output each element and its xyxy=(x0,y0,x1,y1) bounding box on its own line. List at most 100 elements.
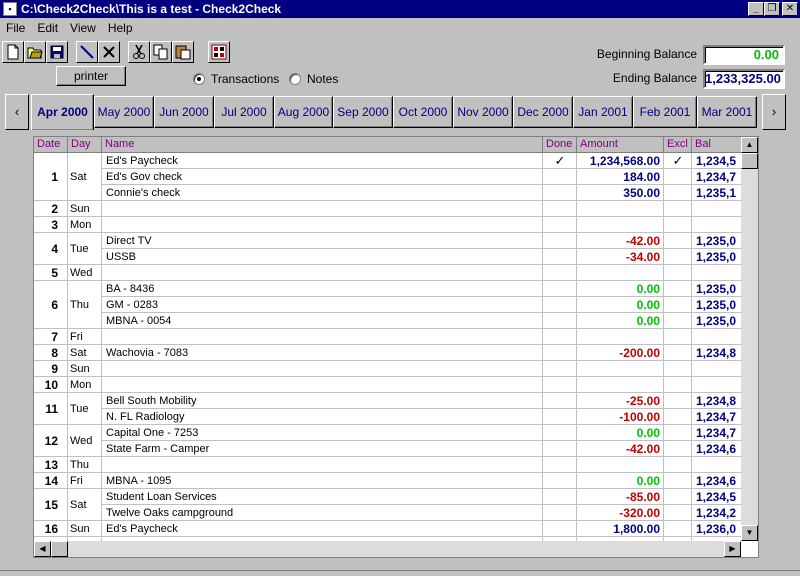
day-cell[interactable]: Sat xyxy=(70,345,100,361)
day-cell[interactable]: Fri xyxy=(70,473,100,489)
column-header-excl[interactable]: Excl xyxy=(664,137,692,153)
notes-radio[interactable] xyxy=(289,73,301,85)
amount-cell[interactable]: -100.00 xyxy=(577,409,664,425)
cut-scissors-icon[interactable] xyxy=(128,41,150,63)
amount-cell[interactable]: -320.00 xyxy=(577,505,664,521)
column-header-done[interactable]: Done xyxy=(543,137,577,153)
transaction-name[interactable]: BA - 8436 xyxy=(106,281,541,297)
close-button[interactable]: ✕ xyxy=(782,2,798,16)
minimize-button[interactable]: _ xyxy=(748,2,764,16)
date-cell[interactable]: 2 xyxy=(34,201,60,217)
date-cell[interactable]: 13 xyxy=(34,457,60,473)
transaction-name[interactable]: Ed's Paycheck xyxy=(106,521,541,537)
save-disk-icon[interactable] xyxy=(46,41,68,63)
column-header-name[interactable]: Name xyxy=(102,137,543,153)
date-cell[interactable]: 9 xyxy=(34,361,60,377)
day-cell[interactable]: Sun xyxy=(70,521,100,537)
day-cell[interactable]: Sat xyxy=(70,489,100,521)
new-file-icon[interactable] xyxy=(2,41,24,63)
amount-cell[interactable]: -200.00 xyxy=(577,345,664,361)
transaction-name[interactable]: State Farm - Camper xyxy=(106,441,541,457)
scroll-up-button[interactable]: ▲ xyxy=(741,137,758,153)
delete-x-icon[interactable] xyxy=(98,41,120,63)
vertical-scrollbar[interactable]: ▲ ▼ xyxy=(741,137,758,541)
copy-icon[interactable] xyxy=(150,41,172,63)
amount-cell[interactable]: 184.00 xyxy=(577,169,664,185)
date-cell[interactable]: 12 xyxy=(34,425,60,457)
day-cell[interactable]: Thu xyxy=(70,281,100,329)
transaction-name[interactable] xyxy=(106,265,541,281)
month-tab[interactable]: Sep 2000 xyxy=(333,96,393,128)
date-cell[interactable]: 5 xyxy=(34,265,60,281)
day-cell[interactable]: Tue xyxy=(70,393,100,425)
transaction-name[interactable] xyxy=(106,377,541,393)
amount-cell[interactable]: -85.00 xyxy=(577,489,664,505)
transactions-radio[interactable] xyxy=(193,73,205,85)
transaction-name[interactable] xyxy=(106,201,541,217)
date-cell[interactable]: 7 xyxy=(34,329,60,345)
day-cell[interactable]: Thu xyxy=(70,457,100,473)
transaction-name[interactable]: Bell South Mobility xyxy=(106,393,541,409)
scroll-down-button[interactable]: ▼ xyxy=(741,525,758,541)
month-tab[interactable]: Mar 2001 xyxy=(697,96,757,128)
day-cell[interactable]: Sun xyxy=(70,361,100,377)
month-tab[interactable]: Aug 2000 xyxy=(274,96,333,128)
date-cell[interactable]: 4 xyxy=(34,233,60,265)
day-cell[interactable]: Wed xyxy=(70,265,100,281)
menu-edit[interactable]: Edit xyxy=(31,21,64,35)
printer-button[interactable]: printer xyxy=(56,66,126,86)
transaction-name[interactable] xyxy=(106,329,541,345)
app-icon[interactable]: ▪ xyxy=(3,2,17,16)
notes-radio-option[interactable]: Notes xyxy=(289,72,338,86)
amount-cell[interactable]: 0.00 xyxy=(577,281,664,297)
amount-cell[interactable]: -42.00 xyxy=(577,441,664,457)
transaction-name[interactable]: Capital One - 7253 xyxy=(106,425,541,441)
day-cell[interactable]: Sun xyxy=(70,201,100,217)
transaction-name[interactable]: MBNA - 0054 xyxy=(106,313,541,329)
month-tab[interactable]: Jan 2001 xyxy=(573,96,633,128)
scroll-left-button[interactable]: ◀ xyxy=(34,541,51,557)
transaction-name[interactable]: GM - 0283 xyxy=(106,297,541,313)
column-header-bal[interactable]: Bal xyxy=(692,137,742,153)
day-cell[interactable]: Mon xyxy=(70,377,100,393)
amount-cell[interactable]: 0.00 xyxy=(577,425,664,441)
day-cell[interactable]: Fri xyxy=(70,329,100,345)
transaction-name[interactable]: Twelve Oaks campground xyxy=(106,505,541,521)
menu-view[interactable]: View xyxy=(64,21,102,35)
day-cell[interactable]: Mon xyxy=(70,217,100,233)
amount-cell[interactable]: -42.00 xyxy=(577,233,664,249)
transaction-name[interactable]: Connie's check xyxy=(106,185,541,201)
date-cell[interactable]: 10 xyxy=(34,377,60,393)
amount-cell[interactable]: 0.00 xyxy=(577,473,664,489)
horizontal-scrollbar[interactable]: ◀ ▶ xyxy=(34,541,741,557)
vertical-scroll-thumb[interactable] xyxy=(741,153,758,169)
next-month-button[interactable]: › xyxy=(762,94,786,130)
scroll-right-button[interactable]: ▶ xyxy=(724,541,741,557)
column-header-day[interactable]: Day xyxy=(68,137,102,153)
month-tab[interactable]: Dec 2000 xyxy=(513,96,573,128)
date-cell[interactable]: 8 xyxy=(34,345,60,361)
transaction-name[interactable]: Ed's Gov check xyxy=(106,169,541,185)
transaction-name[interactable] xyxy=(106,217,541,233)
amount-cell[interactable]: 0.00 xyxy=(577,313,664,329)
transaction-name[interactable]: Student Loan Services xyxy=(106,489,541,505)
month-tab[interactable]: Apr 2000 xyxy=(31,94,94,130)
month-tab[interactable]: Jun 2000 xyxy=(154,96,214,128)
date-cell[interactable]: 3 xyxy=(34,217,60,233)
month-tab[interactable]: Nov 2000 xyxy=(453,96,513,128)
paste-icon[interactable] xyxy=(172,41,194,63)
month-tab[interactable]: Jul 2000 xyxy=(214,96,274,128)
transaction-name[interactable]: Direct TV xyxy=(106,233,541,249)
ending-balance-field[interactable]: 1,233,325.00 xyxy=(703,69,785,89)
transaction-name[interactable]: USSB xyxy=(106,249,541,265)
month-tab[interactable]: Oct 2000 xyxy=(393,96,453,128)
column-header-date[interactable]: Date xyxy=(34,137,68,153)
date-cell[interactable]: 6 xyxy=(34,281,60,329)
amount-cell[interactable]: 0.00 xyxy=(577,297,664,313)
column-header-amount[interactable]: Amount xyxy=(577,137,664,153)
transaction-name[interactable]: N. FL Radiology xyxy=(106,409,541,425)
amount-cell[interactable]: 1,800.00 xyxy=(577,521,664,537)
transaction-name[interactable] xyxy=(106,361,541,377)
calculator-icon[interactable] xyxy=(208,41,230,63)
transactions-radio-option[interactable]: Transactions xyxy=(193,72,279,86)
